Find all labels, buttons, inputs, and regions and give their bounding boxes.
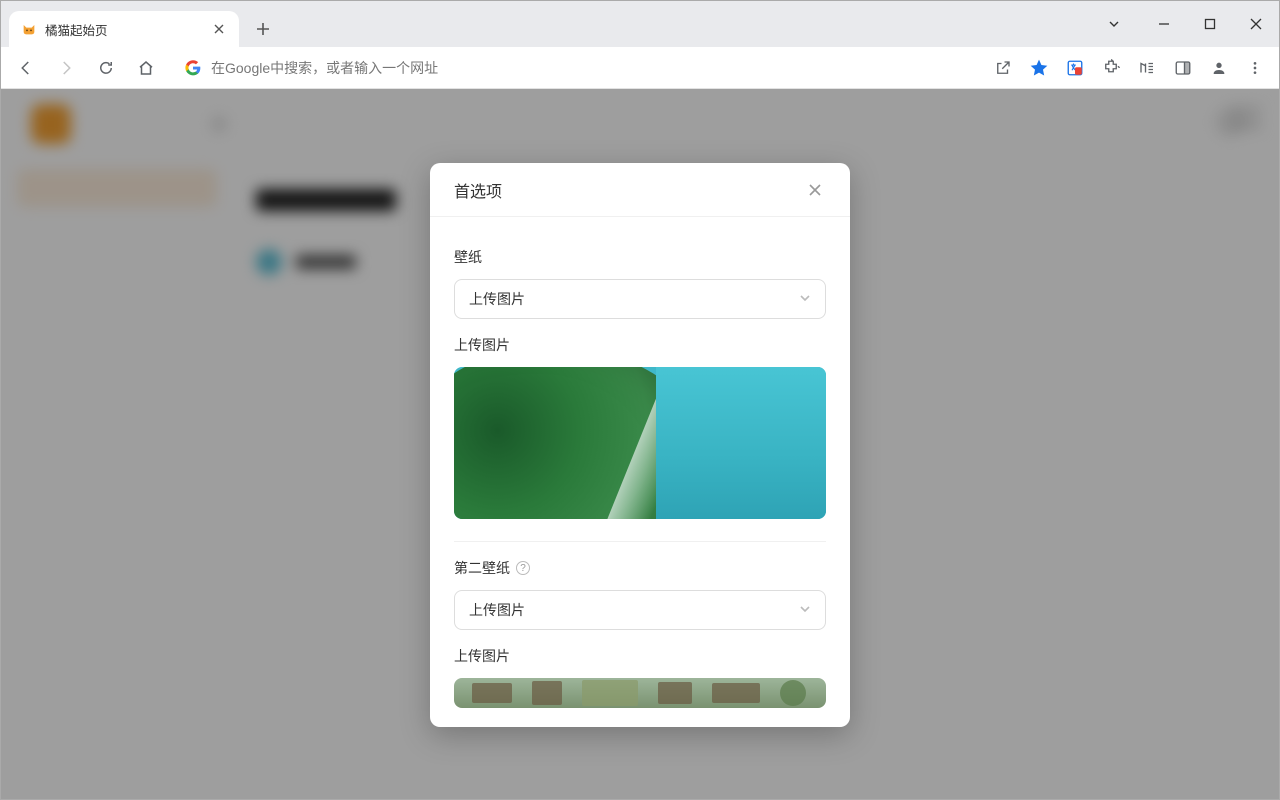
chevron-down-icon [799, 602, 811, 618]
extensions-icon[interactable] [1095, 52, 1127, 84]
modal-header: 首选项 [430, 163, 850, 217]
modal-overlay[interactable]: 首选项 壁纸 上传图片 上传图片 第二壁纸 [1, 89, 1279, 799]
forward-button[interactable] [49, 51, 83, 85]
address-bar[interactable]: 在Google中搜索，或者输入一个网址 [173, 52, 977, 84]
window-controls [1091, 1, 1279, 47]
wallpaper2-select-value: 上传图片 [469, 600, 525, 620]
tab-strip: 橘猫起始页 [1, 1, 1091, 47]
tab-close-icon[interactable] [211, 21, 227, 37]
tab-title: 橘猫起始页 [45, 20, 108, 39]
help-icon[interactable]: ? [516, 561, 530, 575]
wallpaper2-select[interactable]: 上传图片 [454, 590, 826, 630]
bookmark-star-icon[interactable] [1023, 52, 1055, 84]
divider [454, 541, 826, 542]
reload-button[interactable] [89, 51, 123, 85]
modal-body: 壁纸 上传图片 上传图片 第二壁纸 ? 上传图片 [430, 217, 850, 727]
browser-tab[interactable]: 橘猫起始页 [9, 11, 239, 47]
modal-title: 首选项 [454, 178, 502, 202]
tab-search-icon[interactable] [1091, 6, 1137, 42]
cat-favicon-icon [21, 21, 37, 37]
preferences-modal: 首选项 壁纸 上传图片 上传图片 第二壁纸 [430, 163, 850, 727]
wallpaper-preview-1[interactable] [454, 367, 826, 519]
maximize-button[interactable] [1187, 6, 1233, 42]
google-icon [185, 60, 201, 76]
share-icon[interactable] [987, 52, 1019, 84]
minimize-button[interactable] [1141, 6, 1187, 42]
wallpaper2-label-text: 第二壁纸 [454, 558, 510, 578]
wallpaper-select-value: 上传图片 [469, 289, 525, 309]
browser-toolbar: 在Google中搜索，或者输入一个网址 [1, 47, 1279, 89]
wallpaper-label: 壁纸 [454, 247, 826, 267]
home-button[interactable] [129, 51, 163, 85]
toolbar-actions [987, 52, 1271, 84]
chevron-down-icon [799, 291, 811, 307]
wallpaper2-label: 第二壁纸 ? [454, 558, 826, 578]
browser-window: 橘猫起始页 在Google中搜索，或者输入一个网址 [0, 0, 1280, 800]
omnibox-placeholder: 在Google中搜索，或者输入一个网址 [211, 58, 438, 78]
page-viewport: 首选项 壁纸 上传图片 上传图片 第二壁纸 [1, 89, 1279, 799]
upload-label-2: 上传图片 [454, 646, 826, 666]
media-control-icon[interactable] [1131, 52, 1163, 84]
close-window-button[interactable] [1233, 6, 1279, 42]
profile-icon[interactable] [1203, 52, 1235, 84]
extension-translate-icon[interactable] [1059, 52, 1091, 84]
menu-icon[interactable] [1239, 52, 1271, 84]
back-button[interactable] [9, 51, 43, 85]
side-panel-icon[interactable] [1167, 52, 1199, 84]
wallpaper-preview-2[interactable] [454, 678, 826, 708]
wallpaper-select[interactable]: 上传图片 [454, 279, 826, 319]
tab-bar: 橘猫起始页 [1, 1, 1279, 47]
new-tab-button[interactable] [249, 15, 277, 43]
modal-close-button[interactable] [804, 179, 826, 201]
upload-label-1: 上传图片 [454, 335, 826, 355]
